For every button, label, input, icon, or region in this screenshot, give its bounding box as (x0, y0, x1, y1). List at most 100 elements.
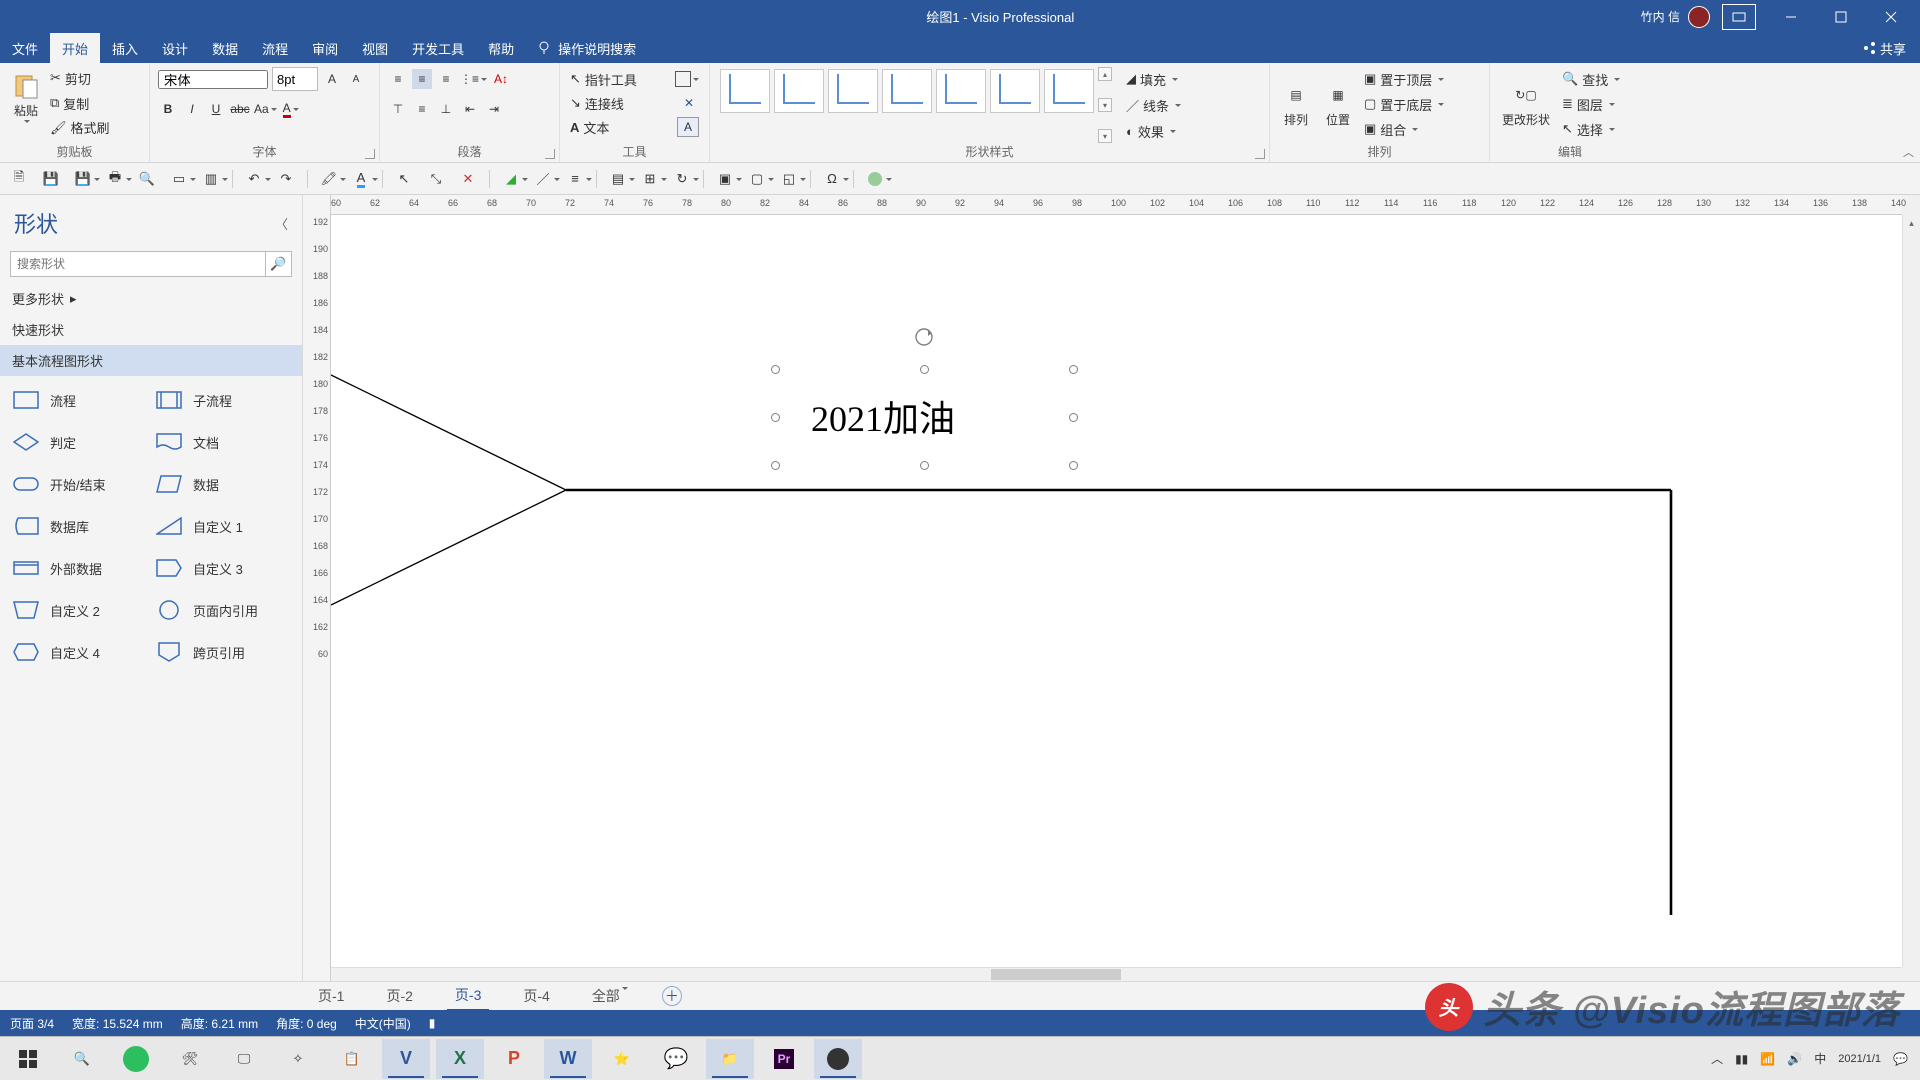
shape-subprocess[interactable]: 子流程 (151, 388, 294, 412)
taskbar-app-powerpoint[interactable]: P (490, 1039, 538, 1079)
copy-button[interactable]: ⧉复制 (48, 92, 112, 115)
close-button[interactable] (1868, 0, 1914, 33)
font-color-button[interactable]: A (281, 99, 301, 119)
page-setup-button[interactable]: ▭ (168, 168, 190, 190)
font-dialog-launcher[interactable] (365, 149, 375, 159)
theme-color-button[interactable] (864, 168, 886, 190)
align-middle-button[interactable]: ≡ (412, 99, 432, 119)
print-button[interactable]: 🖶 (104, 168, 126, 190)
bring-front-qat-button[interactable]: ◱ (778, 168, 800, 190)
tray-clock[interactable]: 2021/1/1 (1838, 1052, 1881, 1066)
drawing-canvas[interactable]: 2021加油 (331, 215, 1902, 967)
tab-devtools[interactable]: 开发工具 (400, 33, 476, 63)
underline-button[interactable]: U (206, 99, 226, 119)
style-preset[interactable] (720, 69, 770, 113)
shape-custom1[interactable]: 自定义 1 (151, 514, 294, 538)
tray-notifications-icon[interactable]: 💬 (1893, 1052, 1908, 1066)
line-qat-button[interactable]: ／ (532, 168, 554, 190)
shape-style-gallery[interactable]: ▴▾▾ (718, 67, 1114, 143)
layers-button[interactable]: ≣图层 (1560, 92, 1622, 116)
tray-volume-icon[interactable]: 🔊 (1787, 1052, 1802, 1066)
vertical-ruler[interactable]: 1921901881861841821801781761741721701681… (303, 195, 331, 981)
align-qat-button[interactable]: ▤ (607, 168, 629, 190)
taskbar-app-snip[interactable]: ✧ (274, 1039, 322, 1079)
shape-search-input[interactable] (10, 251, 266, 277)
status-page[interactable]: 页面 3/4 (10, 1015, 54, 1032)
collapse-panel-button[interactable]: 〈 (275, 214, 288, 233)
text-tool-button[interactable]: A文本 A (568, 115, 701, 139)
all-pages-button[interactable]: 全部 (584, 982, 636, 1010)
shape-styles-dialog-launcher[interactable] (1255, 149, 1265, 159)
paste-button[interactable]: 粘贴 (8, 67, 44, 139)
basic-flowchart-category[interactable]: 基本流程图形状 (0, 345, 302, 376)
taskbar-app-visio[interactable]: V (382, 1039, 430, 1079)
paragraph-dialog-launcher[interactable] (545, 149, 555, 159)
send-back-button[interactable]: ▢置于底层 (1362, 92, 1446, 116)
pointer-qat-button[interactable]: ↖ (393, 168, 415, 190)
format-painter-button[interactable]: 🖌格式刷 (48, 116, 112, 139)
grow-font-button[interactable]: A (322, 69, 342, 89)
tray-wifi-icon[interactable]: 📶 (1760, 1052, 1775, 1066)
shape-offpage[interactable]: 跨页引用 (151, 640, 294, 664)
selection-handle[interactable] (1069, 461, 1078, 470)
bring-front-button[interactable]: ▣置于顶层 (1362, 67, 1446, 91)
style-preset[interactable] (774, 69, 824, 113)
cut-button[interactable]: ✂剪切 (48, 67, 112, 90)
bold-button[interactable]: B (158, 99, 178, 119)
tab-process[interactable]: 流程 (250, 33, 300, 63)
save-button[interactable]: 💾 (40, 168, 62, 190)
page-tab-2[interactable]: 页-2 (378, 982, 420, 1010)
rotate-button[interactable]: ↻ (671, 168, 693, 190)
shape-startend[interactable]: 开始/结束 (8, 472, 151, 496)
change-case-button[interactable]: Aa (254, 99, 277, 119)
shape-custom4[interactable]: 自定义 4 (8, 640, 151, 664)
align-right-button[interactable]: ≡ (436, 69, 456, 89)
selection-handle[interactable] (771, 413, 780, 422)
italic-button[interactable]: I (182, 99, 202, 119)
save-as-button[interactable]: 💾 (72, 168, 94, 190)
collapse-ribbon-button[interactable]: ︿ (1903, 144, 1914, 160)
shape-search-button[interactable]: 🔎 (266, 251, 292, 277)
align-center-button[interactable]: ≡ (412, 69, 432, 89)
shape-custom2[interactable]: 自定义 2 (8, 598, 151, 622)
fill-qat-button[interactable]: ◢ (500, 168, 522, 190)
tray-battery-icon[interactable]: ▮▮ (1735, 1052, 1748, 1066)
rectangle-tool-button[interactable] (675, 69, 699, 89)
shrink-font-button[interactable]: A (346, 69, 366, 89)
selection-handle[interactable] (771, 365, 780, 374)
taskbar-app-explorer[interactable]: 📁 (706, 1039, 754, 1079)
rotation-handle[interactable] (914, 327, 934, 347)
taskbar-app-excel[interactable]: X (436, 1039, 484, 1079)
font-color-qat-button[interactable]: A (350, 168, 372, 190)
taskbar-app-star[interactable]: ⭐ (598, 1039, 646, 1079)
select-button[interactable]: ↖选择 (1560, 117, 1622, 141)
redo-button[interactable]: ↷ (275, 168, 297, 190)
horizontal-ruler[interactable]: 6062646668707274767880828486889092949698… (331, 195, 1902, 215)
page-tab-1[interactable]: 页-1 (310, 982, 352, 1010)
macro-recording-icon[interactable]: ▮ (429, 1016, 436, 1030)
print-preview-button[interactable]: 🔍 (136, 168, 158, 190)
connector-qat-button[interactable]: ⤡ (425, 168, 447, 190)
taskbar-app-wechat[interactable]: 💬 (652, 1039, 700, 1079)
fill-button[interactable]: ◢填充 (1124, 67, 1183, 91)
selection-handle[interactable] (920, 365, 929, 374)
tab-review[interactable]: 审阅 (300, 33, 350, 63)
tab-view[interactable]: 视图 (350, 33, 400, 63)
connection-point-button[interactable]: ✕ (679, 93, 699, 113)
shape-extdata[interactable]: 外部数据 (8, 556, 151, 580)
ribbon-display-button[interactable] (1722, 4, 1756, 30)
pointer-tool-button[interactable]: ↖指针工具 (568, 67, 701, 91)
tab-insert[interactable]: 插入 (100, 33, 150, 63)
style-preset[interactable] (1044, 69, 1094, 113)
group-qat-button[interactable]: ▣ (714, 168, 736, 190)
shape-window-button[interactable]: ▥ (200, 168, 222, 190)
minimize-button[interactable] (1768, 0, 1814, 33)
increase-indent-button[interactable]: ⇥ (484, 99, 504, 119)
symbol-button[interactable]: Ω (821, 168, 843, 190)
selection-handle[interactable] (771, 461, 780, 470)
find-button[interactable]: 🔍查找 (1560, 67, 1622, 91)
align-bottom-button[interactable]: ⊥ (436, 99, 456, 119)
taskbar-app-monitor[interactable]: 🖵 (220, 1039, 268, 1079)
line-weight-button[interactable]: ≡ (564, 168, 586, 190)
gallery-scroll[interactable]: ▴▾▾ (1098, 67, 1114, 143)
